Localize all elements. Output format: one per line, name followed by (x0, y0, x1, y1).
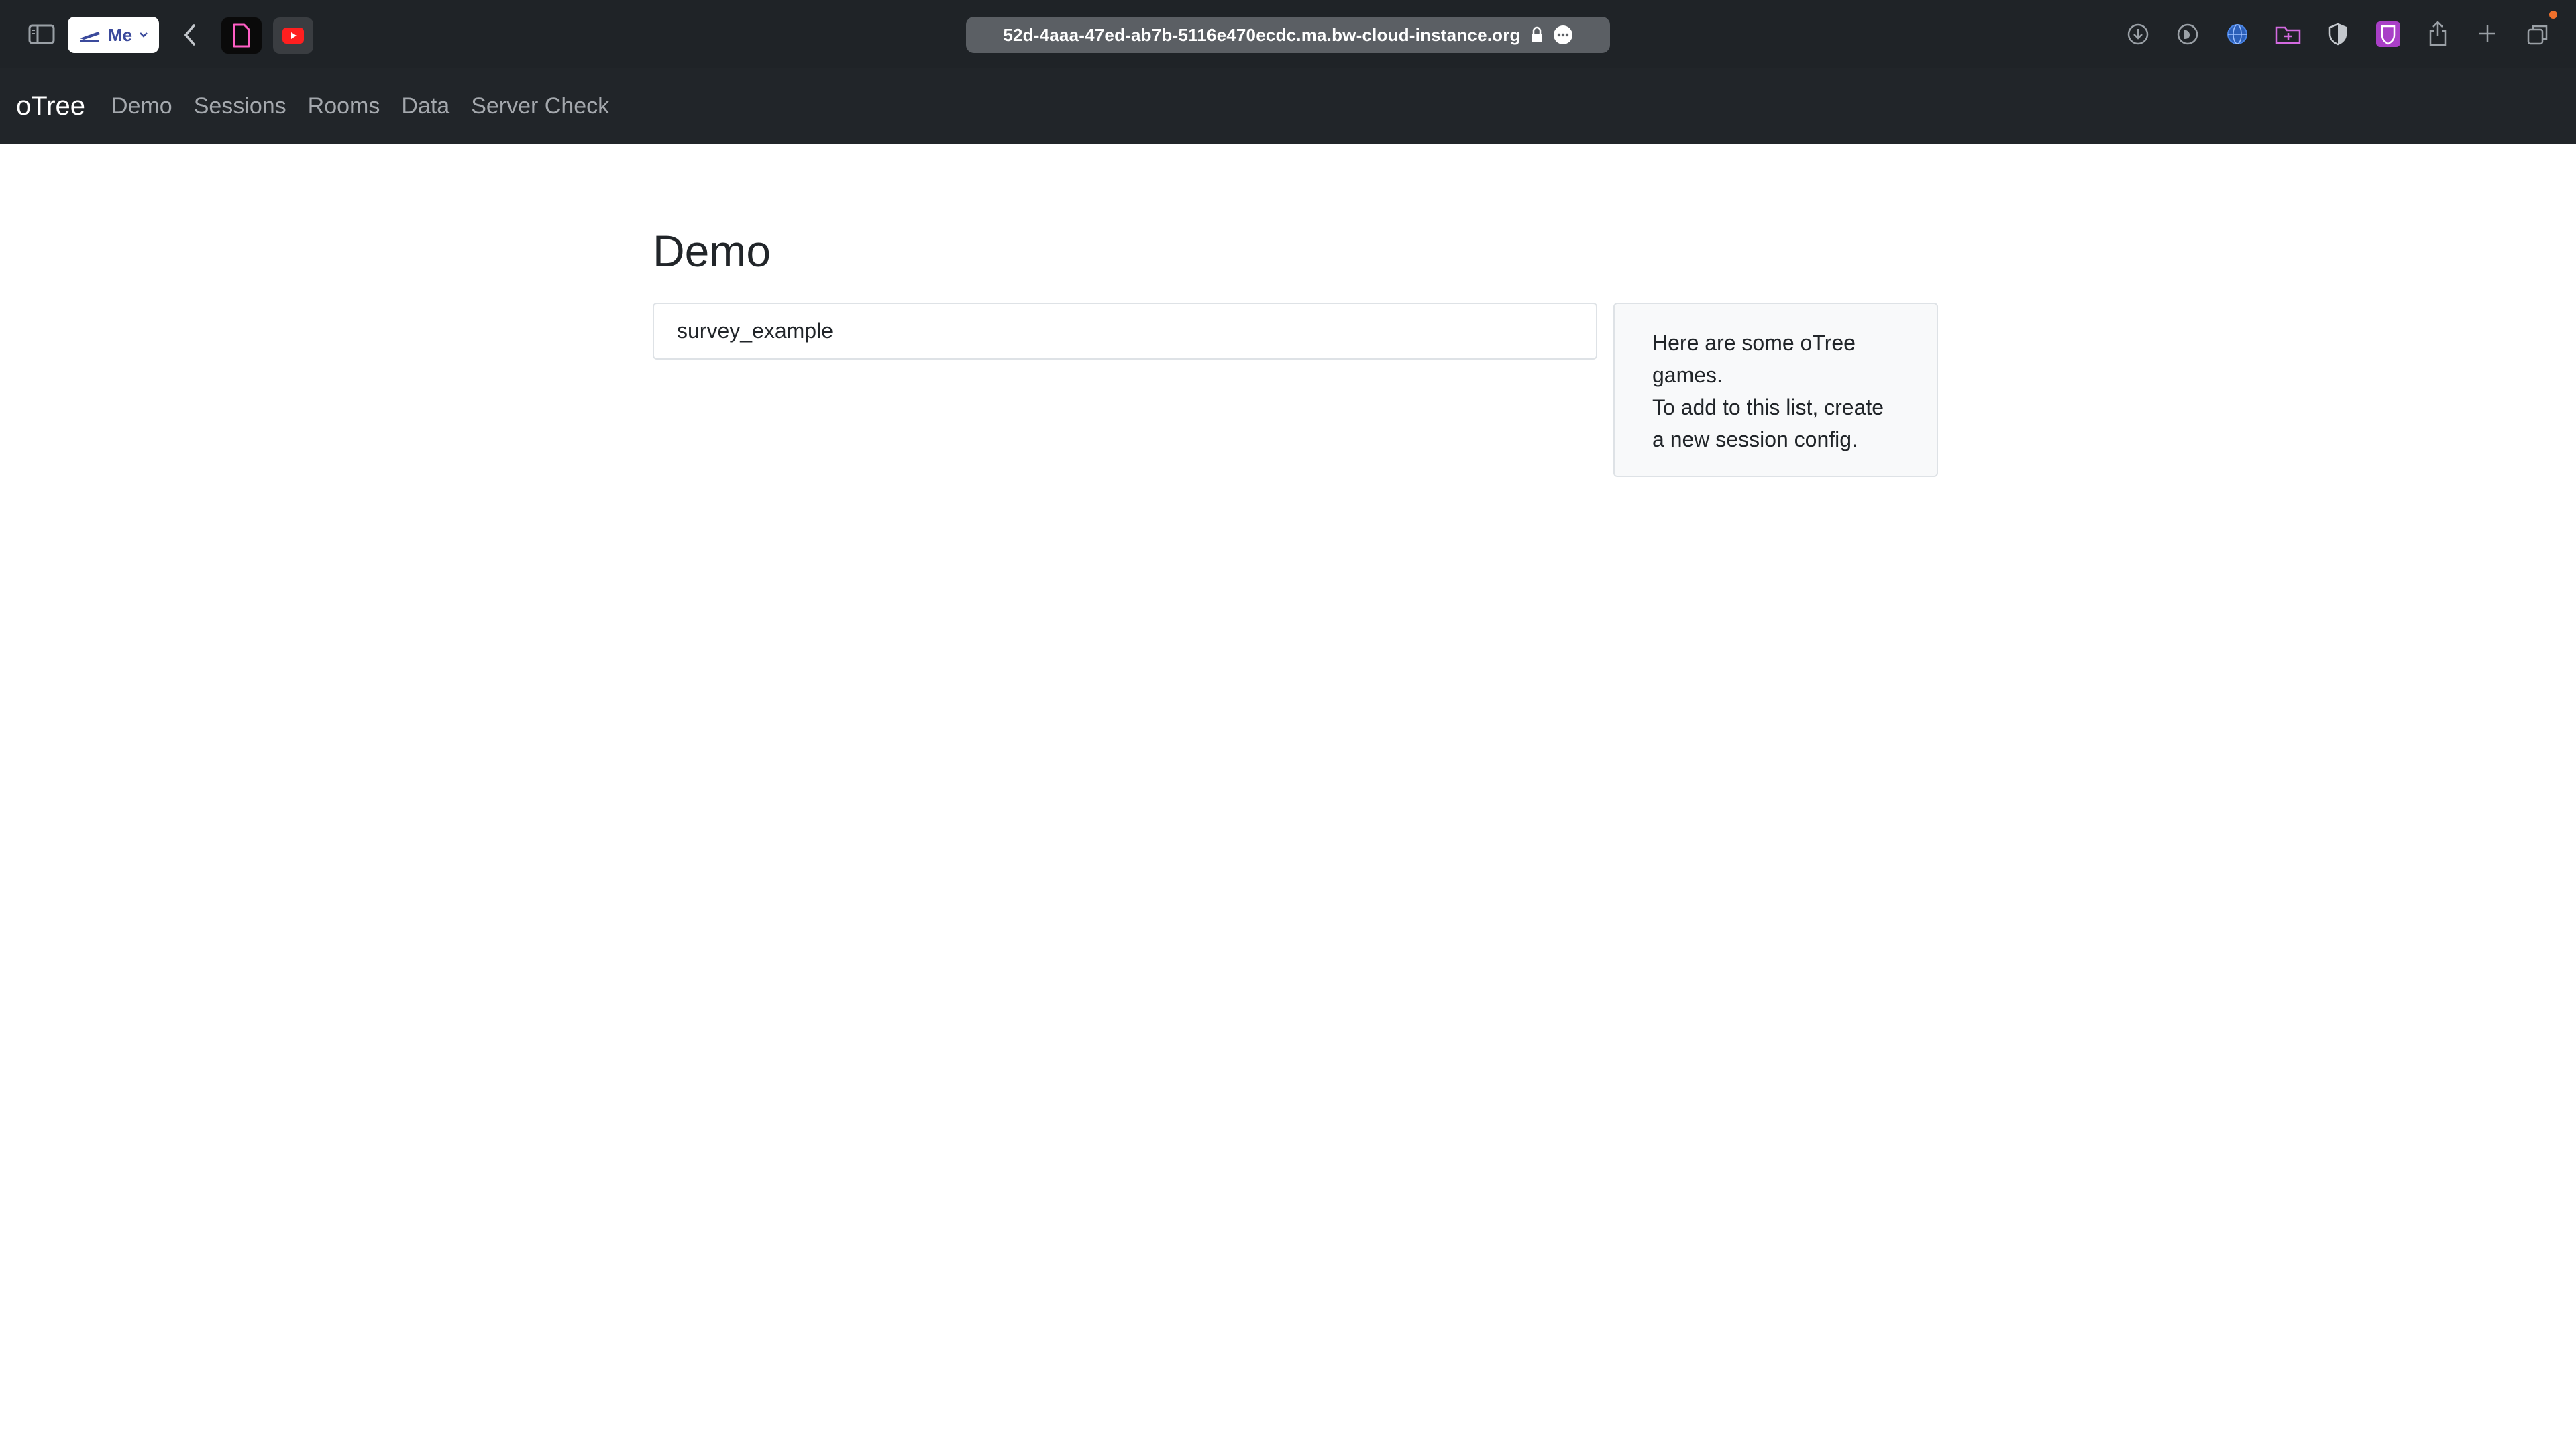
notification-dot (2549, 11, 2557, 19)
download-icon[interactable] (2125, 21, 2151, 47)
info-text-line1: Here are some oTree games. (1652, 331, 1856, 387)
nav-item-rooms[interactable]: Rooms (308, 93, 380, 119)
share-icon[interactable] (2426, 19, 2450, 48)
browser-toolbar: Me 52d-4aaa-47ed-ab7b-5116e470ecdc.ma.bw… (0, 0, 2576, 68)
extension-icon[interactable] (2175, 21, 2200, 47)
tab-youtube[interactable] (273, 17, 313, 54)
chevron-down-icon (140, 32, 148, 38)
nav-links: Demo Sessions Rooms Data Server Check (111, 93, 609, 119)
address-bar[interactable]: 52d-4aaa-47ed-ab7b-5116e470ecdc.ma.bw-cl… (966, 17, 1610, 53)
profile-label: Me (107, 24, 133, 45)
tab-document[interactable] (221, 17, 262, 54)
nav-item-sessions[interactable]: Sessions (194, 93, 286, 119)
nav-item-data[interactable]: Data (401, 93, 449, 119)
page-title: Demo (653, 226, 771, 276)
folder-icon[interactable] (2274, 21, 2302, 47)
bitwarden-icon[interactable] (2375, 20, 2402, 48)
nav-item-demo[interactable]: Demo (111, 93, 172, 119)
info-text-line2: To add to this list, create a new sessio… (1652, 395, 1884, 451)
shield-icon[interactable] (2325, 21, 2351, 47)
youtube-icon (282, 28, 304, 44)
session-config-link[interactable]: survey_example (653, 303, 1597, 360)
document-icon (233, 23, 250, 48)
sidebar-icon[interactable] (27, 22, 56, 46)
info-box: Here are some oTree games. To add to thi… (1613, 303, 1938, 477)
profile-button[interactable]: Me (68, 17, 159, 53)
back-icon[interactable] (180, 20, 200, 50)
nav-item-server-check[interactable]: Server Check (471, 93, 609, 119)
more-icon[interactable] (1553, 25, 1573, 45)
otree-navbar: oTree Demo Sessions Rooms Data Server Ch… (0, 68, 2576, 144)
new-tab-icon[interactable] (2475, 21, 2500, 46)
brand-logo[interactable]: oTree (16, 90, 85, 122)
airplane-icon (79, 32, 100, 42)
globe-icon[interactable] (2224, 21, 2250, 47)
address-text: 52d-4aaa-47ed-ab7b-5116e470ecdc.ma.bw-cl… (1003, 24, 1521, 45)
tabs-overview-icon[interactable] (2525, 11, 2557, 47)
lock-icon (1531, 26, 1542, 42)
